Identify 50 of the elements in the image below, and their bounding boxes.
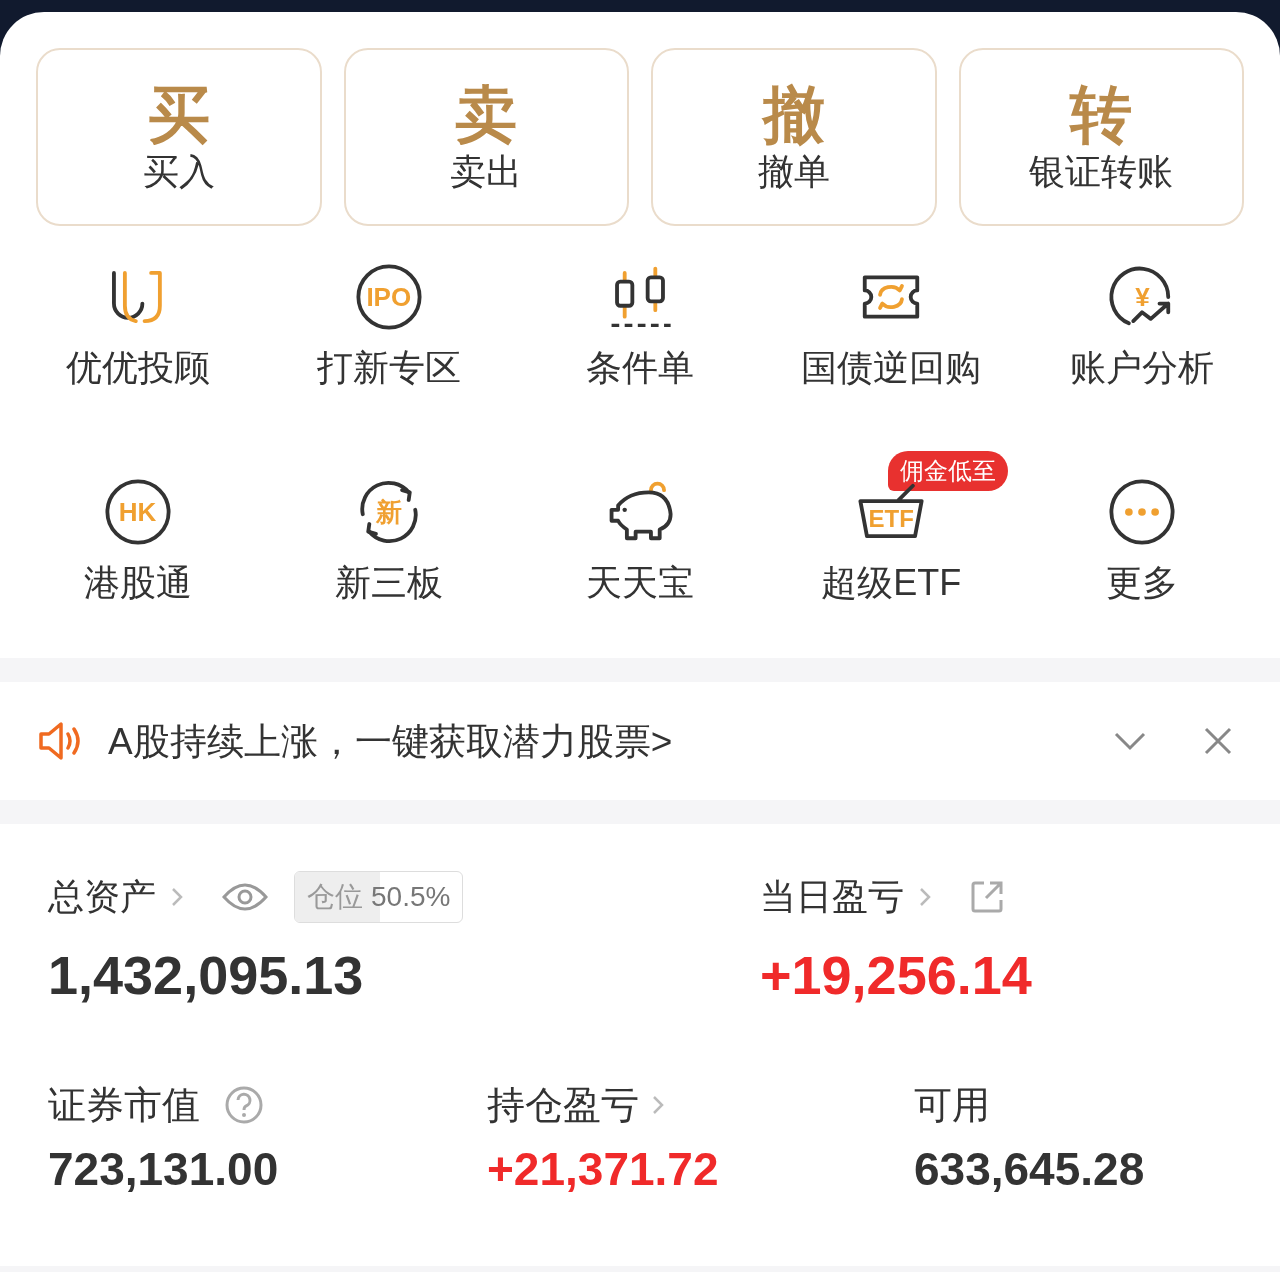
asset-label: 证券市值 [48, 1086, 200, 1124]
shortcut-item[interactable]: ¥ 账户分析 [1016, 228, 1268, 443]
shortcut-item[interactable]: 国债逆回购 [765, 228, 1017, 443]
promo-badge: 佣金低至 [888, 451, 1009, 491]
eye-icon[interactable] [222, 882, 268, 912]
icon-text: HK [118, 499, 157, 525]
close-icon[interactable] [1204, 727, 1232, 755]
trade-glyph: 买 [147, 84, 210, 146]
icon-text: ¥ [1135, 284, 1150, 310]
trade-button[interactable]: 转 银证转账 [958, 48, 1244, 226]
position-value: 50.5% [371, 883, 451, 911]
shortcut-item[interactable]: 天天宝 [514, 443, 766, 658]
asset-label: 可用 [914, 1086, 990, 1124]
asset-value: +19,256.14 [760, 948, 1033, 1002]
asset-value: 723,131.00 [48, 1146, 280, 1192]
trade-glyph: 撤 [762, 84, 825, 146]
trade-glyph: 转 [1070, 84, 1133, 146]
circle-icon [102, 477, 173, 547]
asset-label[interactable]: 持仓盈亏 [487, 1086, 639, 1124]
shortcut-item[interactable]: 新 新三板 [263, 443, 515, 658]
circle-icon [353, 262, 424, 332]
icon-text: 新 [375, 499, 402, 525]
asset-label[interactable]: 当日盈亏 [760, 879, 904, 915]
share-icon[interactable] [970, 880, 1004, 914]
chevron-down-icon[interactable] [1114, 731, 1146, 751]
asset-value: 1,432,095.13 [48, 948, 365, 1002]
trade-label: 买入 [142, 154, 215, 190]
speaker-icon [38, 721, 82, 761]
asset-value: 633,645.28 [914, 1146, 1146, 1192]
shortcut-item[interactable]: 更多 [1016, 443, 1268, 658]
shortcut-item[interactable]: 优优投顾 [12, 228, 264, 443]
shortcut-item[interactable]: 条件单 [514, 228, 766, 443]
asset-label[interactable]: 总资产 [48, 879, 156, 915]
asset-value: +21,371.72 [487, 1146, 720, 1192]
shortcut-item[interactable]: IPO 打新专区 [263, 228, 515, 443]
trade-button[interactable]: 撤 撤单 [651, 48, 937, 226]
position-label: 仓位 [307, 883, 363, 911]
icon-text: IPO [366, 284, 412, 310]
shortcut-item[interactable]: 佣金低至 ETF 超级ETF [765, 443, 1017, 658]
icon-text: ETF [868, 507, 914, 531]
help-icon[interactable] [224, 1085, 264, 1125]
trade-glyph: 卖 [455, 84, 518, 146]
trade-label: 撤单 [757, 154, 830, 190]
shortcut-item[interactable]: HK 港股通 [12, 443, 264, 658]
trade-button[interactable]: 卖 卖出 [343, 48, 629, 226]
trade-label: 银证转账 [1029, 154, 1174, 190]
more-icon [1107, 477, 1178, 547]
notice-text[interactable]: A股持续上涨，一键获取潜力股票> [108, 722, 1114, 760]
trade-button[interactable]: 买 买入 [36, 48, 322, 226]
trade-label: 卖出 [450, 154, 523, 190]
